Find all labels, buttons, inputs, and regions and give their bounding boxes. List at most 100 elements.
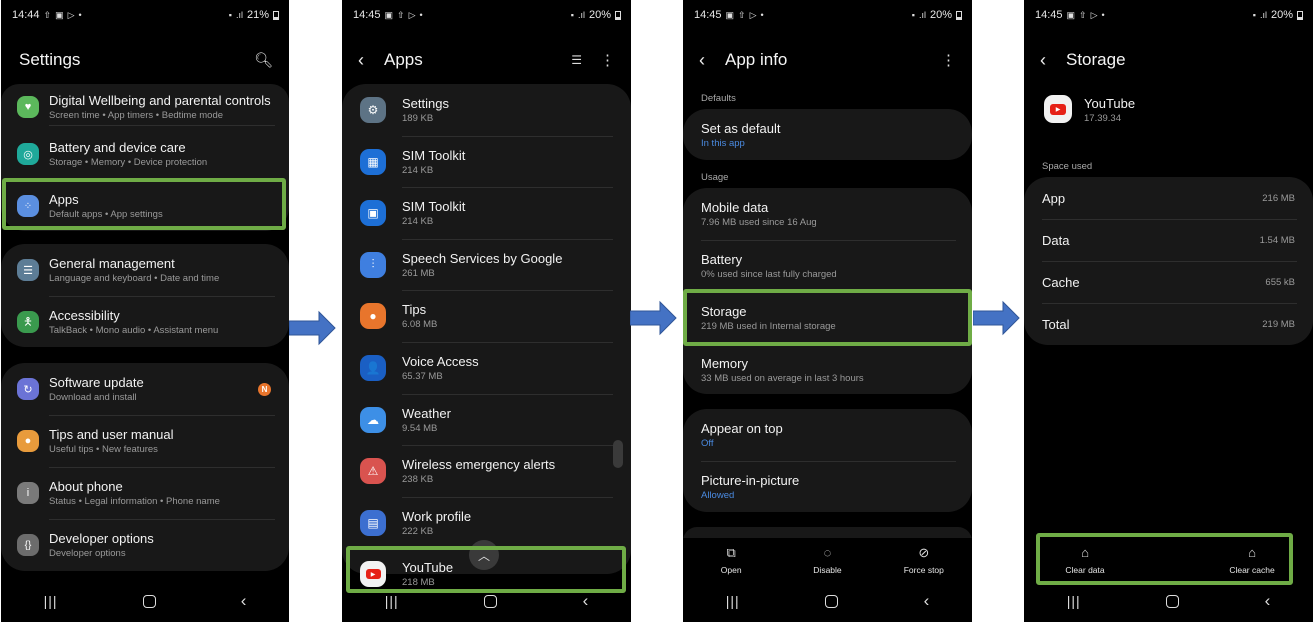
navigation-bar: ||| ‹ (1024, 580, 1313, 622)
app-name: Voice Access (402, 354, 479, 369)
appear-on-top-item[interactable]: Appear on top Off (683, 409, 972, 461)
settings-item-accessibility[interactable]: 🯅︎ Accessibility TalkBack • Mono audio • … (1, 296, 289, 348)
app-list-item-sim-toolkit-2[interactable]: ▣ SIM Toolkit 214 KB (342, 187, 631, 239)
recent-apps-button[interactable]: ||| (385, 593, 399, 609)
sim-toolkit-2-icon: ▣ (360, 200, 386, 227)
clear-cache-button[interactable]: ⌂ Clear cache (1207, 545, 1297, 575)
section-space-used: Space used (1042, 161, 1093, 172)
filter-search-icon[interactable]: ☰ (571, 53, 582, 67)
recent-apps-button[interactable]: ||| (1067, 593, 1081, 609)
app-name: SIM Toolkit (402, 147, 466, 163)
back-button[interactable]: ‹ (924, 591, 930, 611)
item-label: Memory (701, 356, 748, 371)
app-info-screen: 14:45 ▣ ⇧ ▷ • ▪ .ıl 20% ‹ App info ⋮ Def… (683, 0, 972, 622)
item-label: Tips and user manual (49, 427, 174, 442)
signal-icon: .ıl (235, 9, 243, 20)
open-button[interactable]: ⧉ Open (686, 545, 776, 575)
mobile-data-item[interactable]: Mobile data 7.96 MB used since 16 Aug (683, 188, 972, 240)
item-subtitle: 7.96 MB used since 16 Aug (701, 217, 817, 228)
search-icon[interactable]: 🔍︎ (254, 51, 273, 69)
force-stop-button[interactable]: ⊘ Force stop (879, 545, 969, 575)
app-list-item-weather[interactable]: ☁ Weather 9.54 MB (342, 394, 631, 446)
more-options-icon[interactable]: ⋮ (941, 51, 956, 69)
battery-percent: 20% (929, 9, 952, 21)
app-size: 238 KB (402, 474, 434, 486)
storage-label: App (1042, 190, 1066, 206)
settings-group-2: ☰ General management Language and keyboar… (1, 244, 289, 347)
force-stop-icon: ⊘ (918, 545, 930, 560)
app-bar: ‹ App info ⋮ (683, 44, 972, 76)
home-button[interactable] (142, 594, 156, 608)
battery-percent: 20% (588, 9, 611, 21)
app-list-item-sim-toolkit[interactable]: ▦ SIM Toolkit 214 KB (342, 136, 631, 188)
item-label: Digital Wellbeing and parental controls (49, 93, 271, 108)
app-list-item-speech-services[interactable]: ⫶ Speech Services by Google 261 MB (342, 239, 631, 291)
gallery-icon: ▣ (384, 9, 394, 20)
page-title: App info (725, 50, 788, 69)
home-button[interactable] (1166, 594, 1180, 608)
usage-card: Mobile data 7.96 MB used since 16 Aug Bat… (683, 188, 972, 394)
app-size: 261 MB (402, 267, 435, 279)
back-button[interactable]: ‹ (583, 591, 589, 611)
app-name: Weather (402, 405, 451, 421)
settings-item-general-management[interactable]: ☰ General management Language and keyboar… (1, 244, 289, 296)
back-arrow-icon[interactable]: ‹ (699, 50, 709, 71)
page-title: Apps (384, 50, 423, 69)
back-arrow-icon[interactable]: ‹ (1040, 50, 1050, 71)
battery-item[interactable]: Battery 0% used since last fully charged (683, 240, 972, 292)
app-list-item-tips[interactable]: ● Tips 6.08 MB (342, 290, 631, 342)
new-badge: N (258, 382, 271, 396)
item-subtitle: 33 MB used on average in last 3 hours (701, 373, 864, 384)
storage-row-cache: Cache 655 kB (1024, 261, 1313, 303)
clear-data-button[interactable]: ⌂ Clear data (1040, 545, 1130, 575)
back-button[interactable]: ‹ (241, 591, 247, 611)
recent-apps-button[interactable]: ||| (726, 593, 740, 609)
divider (402, 548, 613, 550)
apps-list: ⚙ Settings 189 KB ▦ SIM Toolkit 214 KB ▣ SIM To… (342, 84, 631, 588)
back-arrow-icon[interactable]: ‹ (358, 50, 368, 71)
item-subtitle: TalkBack • Mono audio • Assistant menu (49, 325, 219, 336)
storage-row-total: Total 219 MB (1024, 303, 1313, 345)
memory-item[interactable]: Memory 33 MB used on average in last 3 ho… (683, 344, 972, 396)
settings-item-about-phone[interactable]: i About phone Status • Legal information … (1, 467, 289, 519)
battery-icon (615, 10, 621, 20)
picture-in-picture-item[interactable]: Picture-in-picture Allowed (683, 461, 972, 513)
page-title: Storage (1066, 50, 1126, 69)
about-phone-icon: i (17, 482, 39, 504)
more-options-icon[interactable]: ⋮ (600, 51, 615, 69)
navigation-bar: ||| ‹ (1, 580, 289, 622)
recent-apps-button[interactable]: ||| (44, 593, 58, 609)
settings-item-apps[interactable]: ⁘ Apps Default apps • App settings (1, 180, 289, 232)
app-list-item-settings[interactable]: ⚙ Settings 189 KB (342, 84, 631, 136)
settings-item-digital-wellbeing[interactable]: ♥ Digital Wellbeing and parental control… (1, 84, 289, 130)
clear-data-icon: ⌂ (1081, 545, 1089, 560)
sim-toolkit-icon: ▦ (360, 148, 386, 175)
settings-item-tips[interactable]: ● Tips and user manual Useful tips • New … (1, 415, 289, 467)
app-list-item-voice-access[interactable]: 👤 Voice Access 65.37 MB (342, 342, 631, 394)
item-label: Battery (701, 252, 743, 267)
status-bar: 14:45 ▣ ⇧ ▷ • ▪ .ıl 20% (683, 0, 972, 30)
app-bar: ‹ Apps ☰ ⋮ (342, 44, 631, 76)
disable-button[interactable]: ◌ Disable (782, 545, 872, 575)
clear-data-label: Clear data (1065, 565, 1105, 575)
app-header: YouTube 17.39.34 (1084, 96, 1135, 124)
scroll-to-top-button[interactable]: ︿ (469, 540, 499, 570)
app-list-item-wireless-emergency-alerts[interactable]: ⚠ Wireless emergency alerts 238 KB (342, 445, 631, 497)
set-as-default-item[interactable]: Set as default In this app (683, 109, 972, 160)
settings-item-battery-device-care[interactable]: ◎ Battery and device care Storage • Memor… (1, 128, 289, 180)
clear-cache-icon: ⌂ (1248, 545, 1256, 560)
settings-item-developer-options[interactable]: {} Developer options Developer options (1, 519, 289, 571)
settings-item-software-update[interactable]: ↻ Software update Download and install N (1, 363, 289, 415)
storage-item[interactable]: Storage 219 MB used in Internal storage (683, 292, 972, 344)
back-button[interactable]: ‹ (1265, 591, 1271, 611)
item-label: Set as default (701, 120, 781, 136)
app-actions-bar: ⧉ Open ◌ Disable ⊘ Force stop (683, 545, 972, 575)
scrollbar-handle[interactable] (613, 440, 623, 468)
home-button[interactable] (484, 594, 498, 608)
home-button[interactable] (825, 594, 839, 608)
storage-actions-bar: ⌂ Clear data ⌂ Clear cache (1040, 545, 1297, 575)
app-size: 6.08 MB (402, 319, 438, 331)
gallery-icon: ▣ (55, 9, 64, 20)
status-time: 14:45 (1035, 9, 1063, 21)
page-title: Settings (19, 50, 81, 69)
